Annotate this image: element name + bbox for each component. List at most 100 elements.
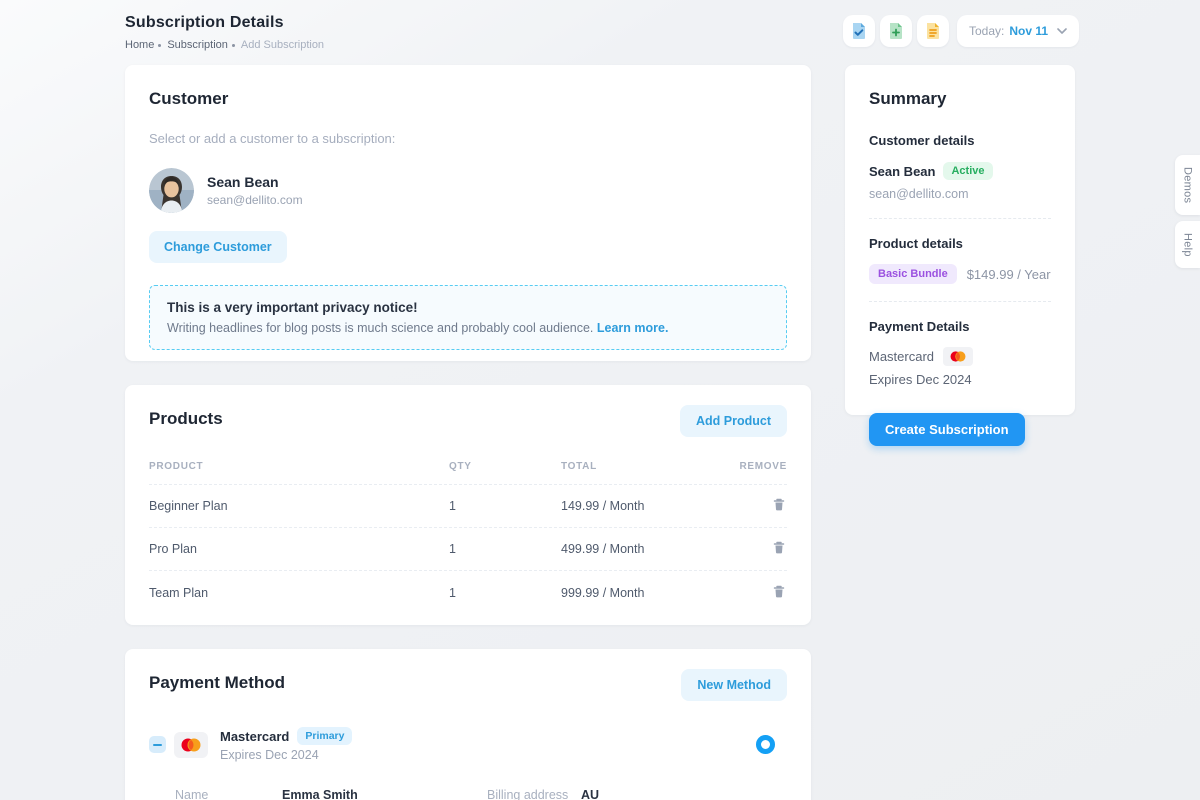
customer-email: sean@dellito.com (207, 193, 303, 207)
demos-edge-tab[interactable]: Demos (1175, 155, 1200, 215)
product-name: Pro Plan (149, 542, 449, 556)
help-edge-tab[interactable]: Help (1175, 221, 1200, 268)
bundle-badge: Basic Bundle (869, 264, 957, 284)
customer-details-heading: Customer details (869, 133, 1051, 148)
payment-brand: Mastercard (220, 729, 289, 744)
active-status-badge: Active (943, 162, 992, 180)
primary-badge: Primary (297, 727, 352, 745)
summary-title: Summary (869, 89, 1051, 109)
col-product: PRODUCT (149, 461, 449, 472)
summary-payment-section: Payment Details Mastercard Expires Dec 2… (869, 319, 1051, 387)
breadcrumb: Home Subscription Add Subscription (125, 39, 324, 51)
mastercard-logo-icon (943, 347, 973, 366)
payment-method-card: Payment Method New Method Mastercard Pri… (125, 649, 811, 800)
summary-customer-section: Customer details Sean Bean Active sean@d… (869, 133, 1051, 201)
breadcrumb-home[interactable]: Home (125, 39, 154, 51)
payment-details-heading: Payment Details (869, 319, 1051, 334)
divider (869, 218, 1051, 219)
product-qty: 1 (449, 586, 561, 600)
products-card: Products Add Product PRODUCT QTY TOTAL R… (125, 385, 811, 625)
payment-method-row: Mastercard Primary Expires Dec 2024 (149, 727, 787, 762)
products-table-header: PRODUCT QTY TOTAL REMOVE (149, 461, 787, 485)
demos-tab-label: Demos (1182, 167, 1194, 203)
privacy-notice: This is a very important privacy notice!… (149, 285, 787, 350)
customer-identity: Sean Bean sean@dellito.com (207, 174, 303, 207)
file-lines-icon (925, 22, 941, 40)
file-lines-button[interactable] (917, 15, 949, 47)
detail-label: Name (175, 788, 282, 800)
file-plus-icon (888, 22, 904, 40)
products-card-head: Products Add Product (149, 409, 787, 437)
summary-payment-expires: Expires Dec 2024 (869, 372, 1051, 387)
payment-expires: Expires Dec 2024 (220, 748, 352, 762)
add-product-button[interactable]: Add Product (680, 405, 787, 437)
product-total: 149.99 / Month (561, 499, 727, 513)
subscription-page: Subscription Details Home Subscription A… (0, 0, 1200, 800)
header-actions: Today: Nov 11 (843, 15, 1079, 47)
product-total: 999.99 / Month (561, 586, 727, 600)
product-name: Beginner Plan (149, 499, 449, 513)
product-total: 499.99 / Month (561, 542, 727, 556)
breadcrumb-subscription[interactable]: Subscription (167, 39, 228, 51)
products-card-title: Products (149, 409, 223, 429)
detail-value: Emma Smith (282, 788, 487, 800)
payment-method-radio[interactable] (756, 735, 775, 754)
payment-card-head: Payment Method New Method (149, 673, 787, 701)
mastercard-logo-icon (174, 732, 208, 758)
collapse-method-button[interactable] (149, 736, 166, 753)
product-qty: 1 (449, 499, 561, 513)
payment-card-title: Payment Method (149, 673, 285, 693)
learn-more-link[interactable]: Learn more. (597, 321, 669, 335)
customer-avatar (149, 168, 194, 213)
today-label: Today: (969, 24, 1004, 38)
customer-card: Customer Select or add a customer to a s… (125, 65, 811, 361)
col-remove: REMOVE (727, 461, 787, 472)
table-row: Pro Plan 1 499.99 / Month (149, 528, 787, 571)
file-check-button[interactable] (843, 15, 875, 47)
file-plus-button[interactable] (880, 15, 912, 47)
privacy-notice-title: This is a very important privacy notice! (167, 300, 769, 315)
breadcrumb-current: Add Subscription (241, 39, 324, 51)
privacy-notice-text: Writing headlines for blog posts is much… (167, 321, 593, 335)
trash-icon (773, 585, 785, 598)
date-selector[interactable]: Today: Nov 11 (957, 15, 1079, 47)
today-value: Nov 11 (1009, 24, 1048, 38)
customer-card-title: Customer (149, 89, 787, 109)
page-title: Subscription Details (125, 14, 324, 32)
summary-product-price: $149.99 / Year (967, 267, 1051, 282)
payment-details-grid: Name Emma Smith Billing address AU Numbe… (149, 788, 787, 800)
customer-card-subtitle: Select or add a customer to a subscripti… (149, 131, 787, 146)
customer-name: Sean Bean (207, 174, 303, 190)
summary-payment-brand: Mastercard (869, 349, 934, 364)
summary-product-section: Product details Basic Bundle $149.99 / Y… (869, 236, 1051, 284)
product-qty: 1 (449, 542, 561, 556)
col-qty: QTY (449, 461, 561, 472)
selected-customer: Sean Bean sean@dellito.com (149, 168, 787, 213)
trash-icon (773, 541, 785, 554)
col-total: TOTAL (561, 461, 727, 472)
help-tab-label: Help (1182, 233, 1194, 257)
privacy-notice-body: Writing headlines for blog posts is much… (167, 321, 769, 335)
divider (869, 301, 1051, 302)
table-row: Beginner Plan 1 149.99 / Month (149, 485, 787, 528)
table-row: Team Plan 1 999.99 / Month (149, 571, 787, 614)
new-method-button[interactable]: New Method (681, 669, 787, 701)
remove-product-button[interactable] (771, 583, 787, 603)
summary-customer-name: Sean Bean (869, 164, 935, 179)
product-name: Team Plan (149, 586, 449, 600)
breadcrumb-dot (158, 44, 161, 47)
trash-icon (773, 498, 785, 511)
remove-product-button[interactable] (771, 496, 787, 516)
breadcrumb-dot (232, 44, 235, 47)
summary-card: Summary Customer details Sean Bean Activ… (845, 65, 1075, 415)
create-subscription-button[interactable]: Create Subscription (869, 413, 1025, 446)
detail-value: AU (581, 788, 787, 800)
file-check-icon (851, 22, 867, 40)
detail-label: Billing address (487, 788, 581, 800)
products-table: PRODUCT QTY TOTAL REMOVE Beginner Plan 1… (149, 461, 787, 614)
product-details-heading: Product details (869, 236, 1051, 251)
change-customer-button[interactable]: Change Customer (149, 231, 287, 263)
payment-method-info: Mastercard Primary Expires Dec 2024 (220, 727, 352, 762)
summary-customer-email: sean@dellito.com (869, 187, 1051, 201)
remove-product-button[interactable] (771, 539, 787, 559)
